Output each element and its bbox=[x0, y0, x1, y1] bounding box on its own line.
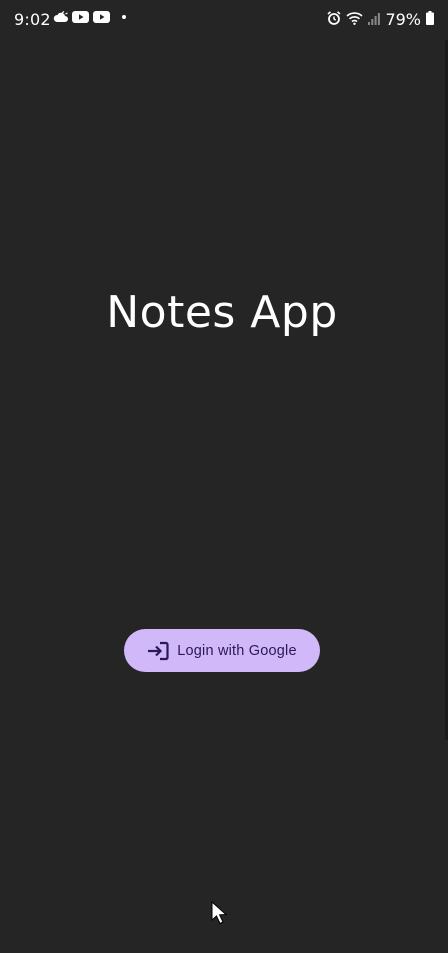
youtube-icon bbox=[72, 11, 89, 23]
login-icon bbox=[147, 641, 169, 661]
cloud-icon bbox=[53, 11, 68, 23]
youtube-icon bbox=[93, 11, 110, 23]
more-notifications-dot bbox=[122, 15, 126, 19]
app-screen: 9:02 79% Notes App Login with Google bbox=[0, 0, 448, 953]
login-with-google-button[interactable]: Login with Google bbox=[124, 629, 320, 672]
status-bar: 9:02 79% bbox=[0, 0, 448, 40]
app-title: Notes App bbox=[106, 287, 338, 338]
mouse-cursor-icon bbox=[211, 900, 229, 929]
battery-percentage: 79% bbox=[385, 10, 421, 29]
status-time: 9:02 bbox=[14, 10, 51, 29]
notification-icons bbox=[53, 11, 126, 23]
status-right: 79% bbox=[327, 10, 434, 29]
login-button-label: Login with Google bbox=[177, 642, 297, 659]
wifi-icon bbox=[346, 10, 363, 29]
battery-icon bbox=[426, 10, 434, 29]
signal-icon bbox=[368, 10, 381, 29]
alarm-icon bbox=[327, 10, 341, 29]
